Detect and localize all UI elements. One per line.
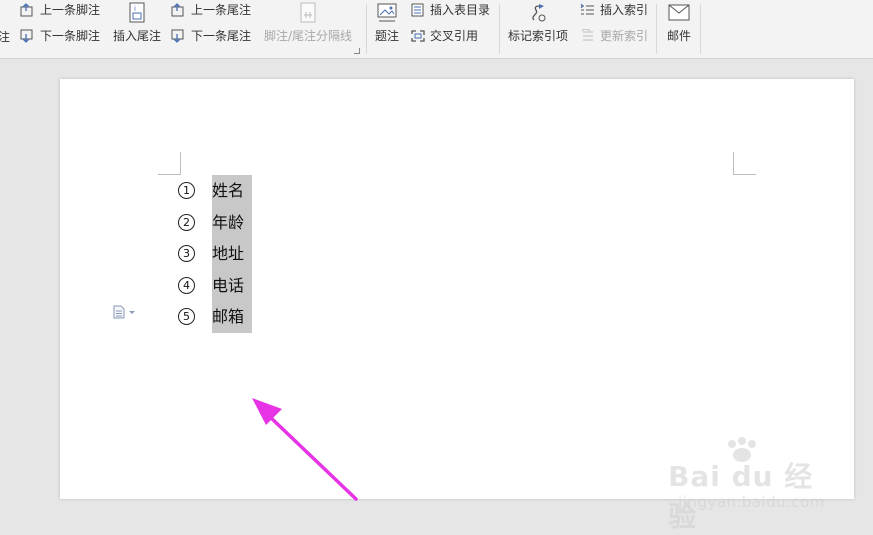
next-footnote-button[interactable]: 下一条脚注 xyxy=(20,29,100,43)
list-item-text[interactable]: 邮箱 xyxy=(212,301,252,333)
list-number-circle: 2 xyxy=(178,213,195,231)
ribbon-separator xyxy=(366,4,367,54)
group-dialog-launcher[interactable] xyxy=(354,48,360,54)
cut-off-label-text: 注 xyxy=(0,30,11,44)
caption-icon xyxy=(376,2,398,24)
next-endnote-button[interactable]: 下一条尾注 xyxy=(171,29,251,43)
ribbon-toolbar: 注 上一条脚注 下一条脚注 i 插入尾注 上一条尾注 下一条尾注 脚注/尾注分隔… xyxy=(0,0,873,59)
next-endnote-label: 下一条尾注 xyxy=(191,29,252,43)
ribbon-separator xyxy=(656,4,657,54)
numbered-list[interactable]: 1 姓名 2 年龄 3 地址 4 电话 5 邮箱 xyxy=(178,175,252,333)
list-item-text[interactable]: 地址 xyxy=(212,238,252,270)
mail-button[interactable]: 邮件 xyxy=(667,2,691,43)
annotation-arrow xyxy=(252,398,358,501)
next-endnote-icon xyxy=(171,29,187,43)
page-corner-mark-top-right xyxy=(733,152,756,175)
prev-footnote-icon xyxy=(20,3,36,17)
insert-endnote-label: 插入尾注 xyxy=(113,29,162,43)
footnote-separator-button[interactable]: 脚注/尾注分隔线 xyxy=(264,2,352,43)
document-canvas[interactable]: 1 姓名 2 年龄 3 地址 4 电话 5 邮箱 Bai du 经验 jingy… xyxy=(0,59,873,533)
paragraph-layout-icon xyxy=(113,305,125,319)
mark-index-entry-button[interactable]: 标记索引项 xyxy=(508,2,568,43)
ribbon-separator xyxy=(499,4,500,54)
update-index-icon xyxy=(580,29,596,43)
ribbon-separator xyxy=(700,4,701,54)
page-corner-mark-top-left xyxy=(158,152,181,175)
mark-index-entry-label: 标记索引项 xyxy=(508,29,569,43)
caption-button[interactable]: 题注 xyxy=(375,2,399,43)
update-index-button[interactable]: 更新索引 xyxy=(580,29,648,43)
next-footnote-label: 下一条脚注 xyxy=(40,29,101,43)
list-item-text[interactable]: 年龄 xyxy=(212,206,252,238)
insert-index-button[interactable]: 插入索引 xyxy=(580,3,648,17)
update-index-label: 更新索引 xyxy=(600,29,649,43)
cross-reference-label: 交叉引用 xyxy=(430,29,479,43)
insert-toc-icon xyxy=(410,3,426,17)
prev-footnote-button[interactable]: 上一条脚注 xyxy=(20,3,100,17)
prev-endnote-label: 上一条尾注 xyxy=(191,3,252,17)
paragraph-layout-button[interactable] xyxy=(113,305,135,319)
watermark-url: jingyan.baidu.com xyxy=(678,493,825,511)
cut-off-label-1: 注 xyxy=(0,30,10,44)
prev-footnote-label: 上一条脚注 xyxy=(40,3,101,17)
list-item[interactable]: 2 年龄 xyxy=(178,206,252,238)
mark-index-entry-icon xyxy=(527,2,549,24)
chevron-down-icon xyxy=(129,310,135,314)
insert-endnote-icon: i xyxy=(126,2,148,24)
list-number-circle: 3 xyxy=(178,245,195,263)
insert-toc-button[interactable]: 插入表目录 xyxy=(410,3,490,17)
insert-index-icon xyxy=(580,3,596,17)
list-number-circle: 5 xyxy=(178,308,195,326)
mail-icon xyxy=(667,2,691,24)
footnote-separator-label: 脚注/尾注分隔线 xyxy=(264,29,353,43)
prev-endnote-button[interactable]: 上一条尾注 xyxy=(171,3,251,17)
insert-endnote-button[interactable]: i 插入尾注 xyxy=(113,2,161,43)
list-item[interactable]: 5 邮箱 xyxy=(178,301,252,333)
list-number-circle: 1 xyxy=(178,182,195,200)
baidu-watermark: Bai du 经验 jingyan.baidu.com xyxy=(668,437,828,533)
caption-label: 题注 xyxy=(375,29,400,43)
mail-label: 邮件 xyxy=(667,29,692,43)
prev-endnote-icon xyxy=(171,3,187,17)
cross-reference-icon xyxy=(410,29,426,43)
document-page[interactable]: 1 姓名 2 年龄 3 地址 4 电话 5 邮箱 xyxy=(60,79,854,499)
footnote-separator-icon xyxy=(297,2,319,24)
next-footnote-icon xyxy=(20,29,36,43)
svg-text:i: i xyxy=(134,5,136,13)
list-number-circle: 4 xyxy=(178,276,195,294)
insert-toc-label: 插入表目录 xyxy=(430,3,491,17)
list-item[interactable]: 4 电话 xyxy=(178,269,252,301)
list-item[interactable]: 1 姓名 xyxy=(178,175,252,207)
list-item-text[interactable]: 姓名 xyxy=(212,175,252,207)
list-item[interactable]: 3 地址 xyxy=(178,238,252,270)
cross-reference-button[interactable]: 交叉引用 xyxy=(410,29,478,43)
insert-index-label: 插入索引 xyxy=(600,3,649,17)
list-item-text[interactable]: 电话 xyxy=(212,269,252,301)
